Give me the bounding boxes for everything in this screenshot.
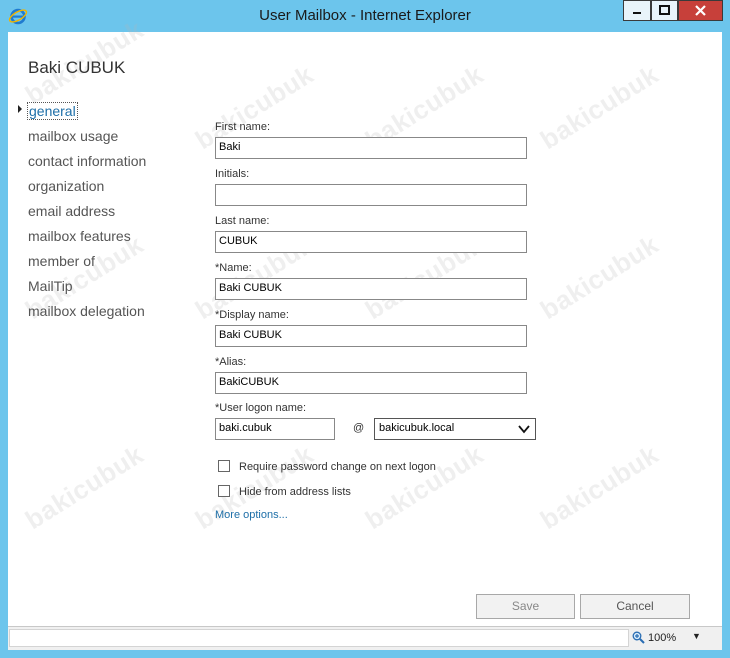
user-logon-name-input[interactable]: baki.cubuk: [215, 418, 335, 440]
nav-item-mailbox-features[interactable]: mailbox features: [28, 228, 131, 244]
maximize-icon: [659, 5, 670, 15]
alias-label: *Alias:: [215, 356, 247, 368]
watermark-text: bakicubuk: [359, 439, 489, 536]
maximize-button[interactable]: [651, 0, 678, 21]
zoom-control[interactable]: 100%: [632, 631, 676, 644]
nav-item-general[interactable]: general: [27, 102, 78, 120]
close-icon: [695, 5, 706, 16]
user-logon-name-label: *User logon name:: [215, 402, 307, 414]
name-input[interactable]: Baki CUBUK: [215, 278, 527, 300]
alias-input[interactable]: BakiCUBUK: [215, 372, 527, 394]
minimize-button[interactable]: [623, 0, 651, 21]
first-name-input[interactable]: Baki: [215, 137, 527, 159]
first-name-label: First name:: [215, 121, 271, 133]
watermark-text: bakicubuk: [534, 229, 664, 326]
domain-select-value: bakicubuk.local: [379, 422, 455, 434]
domain-select[interactable]: bakicubuk.local: [374, 418, 536, 440]
save-button[interactable]: Save: [476, 594, 575, 619]
watermark-text: bakicubuk: [534, 439, 664, 536]
minimize-icon: [633, 12, 641, 14]
close-button[interactable]: [678, 0, 723, 21]
initials-label: Initials:: [215, 168, 250, 180]
zoom-level: 100%: [648, 631, 677, 644]
name-label: *Name:: [215, 262, 252, 274]
nav-item-organization[interactable]: organization: [28, 178, 104, 194]
nav-item-member-of[interactable]: member of: [28, 253, 95, 269]
require-password-change-label: Require password change on next logon: [239, 461, 436, 473]
chevron-down-icon: [518, 425, 530, 434]
hide-from-address-lists-label: Hide from address lists: [239, 486, 351, 498]
nav-item-email-address[interactable]: email address: [28, 203, 115, 219]
require-password-change-checkbox[interactable]: [218, 460, 230, 472]
nav-item-mailbox-usage[interactable]: mailbox usage: [28, 128, 118, 144]
watermark-text: bakicubuk: [534, 59, 664, 156]
browser-window: User Mailbox - Internet Explorer bakicub…: [0, 0, 730, 658]
zoom-icon: [632, 631, 645, 644]
nav-item-mailbox-delegation[interactable]: mailbox delegation: [28, 303, 145, 319]
status-text-field: [9, 629, 629, 647]
last-name-label: Last name:: [215, 215, 270, 227]
nav-item-mailtip[interactable]: MailTip: [28, 278, 73, 294]
more-options-link[interactable]: More options...: [215, 509, 288, 521]
status-bar: 100% ▼: [8, 626, 722, 650]
display-name-input[interactable]: Baki CUBUK: [215, 325, 527, 347]
title-bar[interactable]: User Mailbox - Internet Explorer: [0, 0, 730, 32]
hide-from-address-lists-checkbox[interactable]: [218, 485, 230, 497]
zoom-dropdown-arrow-icon[interactable]: ▼: [692, 631, 701, 641]
window-title: User Mailbox - Internet Explorer: [259, 7, 471, 24]
page-title: Baki CUBUK: [28, 58, 126, 77]
last-name-input[interactable]: CUBUK: [215, 231, 527, 253]
watermark-text: bakicubuk: [19, 439, 149, 536]
display-name-label: *Display name:: [215, 309, 289, 321]
at-sign: @: [353, 422, 365, 434]
nav-item-contact-information[interactable]: contact information: [28, 153, 146, 169]
cancel-button[interactable]: Cancel: [580, 594, 690, 619]
dialog-content: bakicubuk bakicubuk bakicubuk bakicubuk …: [8, 14, 722, 626]
initials-input[interactable]: [215, 184, 527, 206]
caret-right-icon: [18, 105, 22, 113]
